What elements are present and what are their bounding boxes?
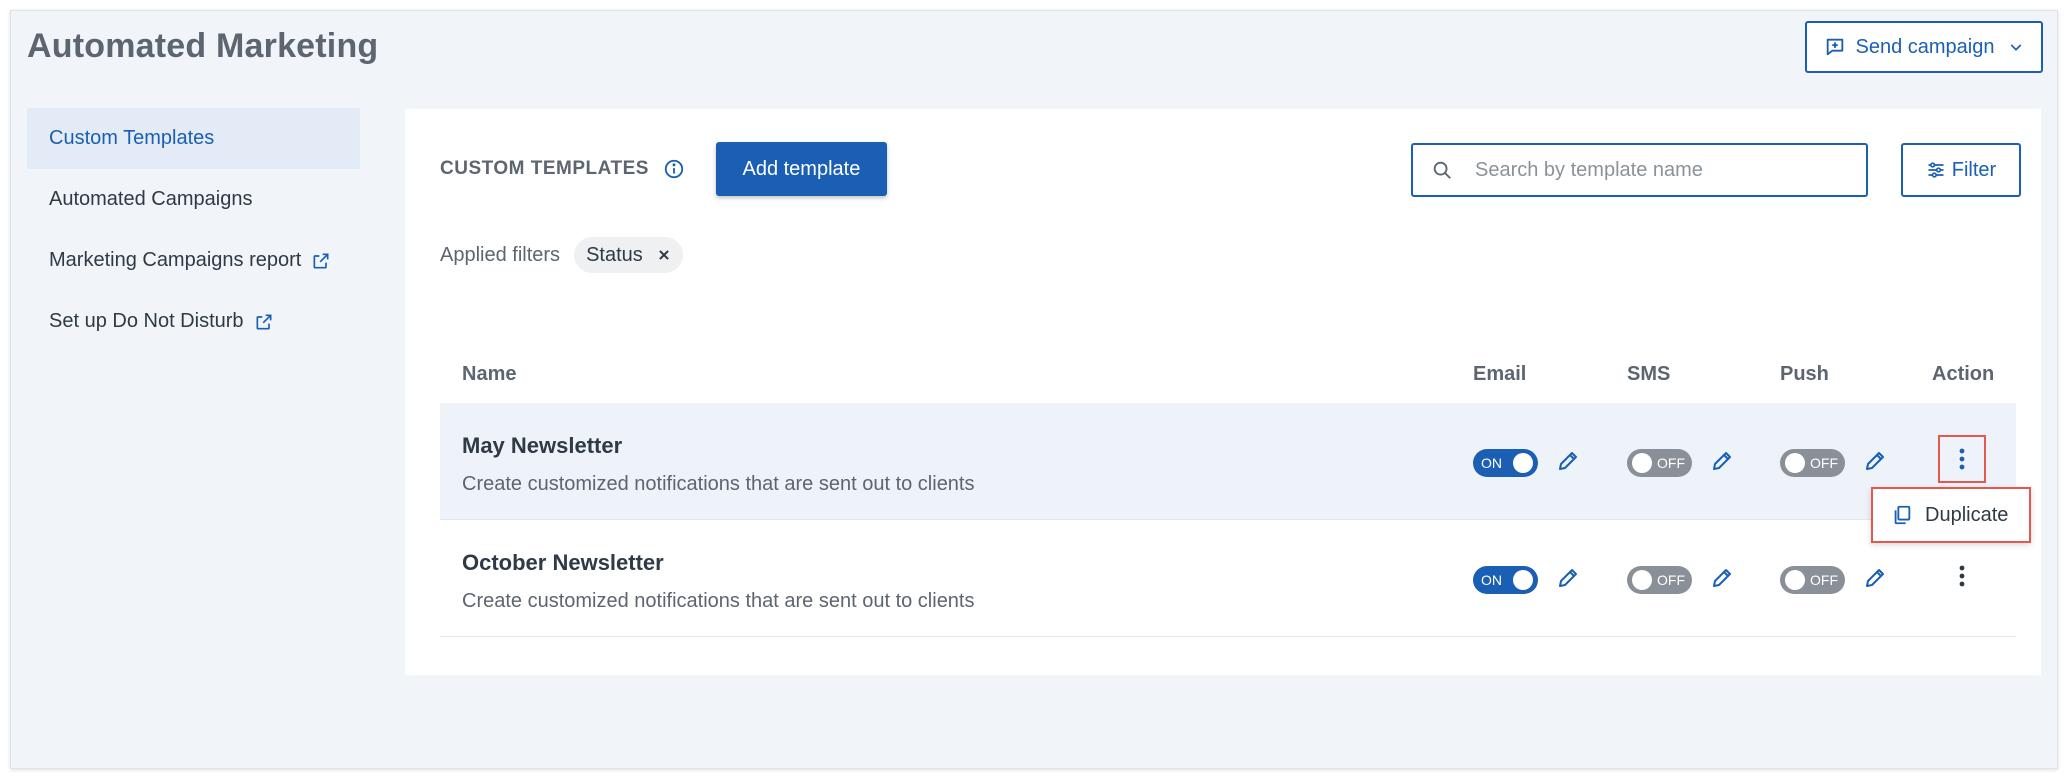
table-row: October Newsletter Create customized not… [440,520,2016,637]
column-header-action: Action [1932,363,1995,385]
table-header: Name Email SMS Push Action [440,353,2016,403]
toggle-label: OFF [1810,572,1838,588]
section-title: CUSTOM TEMPLATES [440,158,649,179]
table-row: May Newsletter Create customized notific… [440,403,2031,543]
sidebar-item-label: Marketing Campaigns report [49,249,302,271]
pencil-icon[interactable] [1863,449,1887,473]
sidebar-item-marketing-campaigns-report[interactable]: Marketing Campaigns report [27,230,360,291]
chat-plus-icon [1824,36,1846,58]
template-description: Create customized notifications that are… [462,590,975,612]
kebab-icon[interactable] [1938,435,1986,483]
sidebar-item-custom-templates[interactable]: Custom Templates [27,108,360,169]
push-toggle[interactable]: OFF [1780,449,1845,477]
duplicate-menu-item[interactable]: Duplicate [1871,487,2031,543]
toggle-label: OFF [1810,455,1838,471]
page-title: Automated Marketing [27,27,379,65]
applied-filters-label: Applied filters [440,243,561,266]
column-header-name: Name [462,363,517,385]
search-input[interactable] [1473,157,1857,183]
toggle-label: OFF [1657,455,1685,471]
sidebar-item-label: Custom Templates [49,127,215,149]
copy-icon [1891,504,1913,526]
search-box [1411,143,1868,197]
pencil-icon[interactable] [1710,566,1734,590]
add-template-button[interactable]: Add template [715,142,887,196]
app-window: Automated Marketing Send campaign Custom… [10,10,2058,769]
email-toggle[interactable]: ON [1473,449,1538,477]
sidebar: Custom Templates Automated Campaigns Mar… [27,108,360,352]
email-toggle[interactable]: ON [1473,566,1538,594]
push-toggle[interactable]: OFF [1780,566,1845,594]
toggle-label: ON [1481,572,1502,588]
toggle-label: ON [1481,455,1502,471]
external-link-icon [311,251,331,271]
panel-header: CUSTOM TEMPLATES Add template [440,142,887,196]
custom-templates-panel: CUSTOM TEMPLATES Add template Search by … [405,109,2041,675]
sms-toggle[interactable]: OFF [1627,449,1692,477]
column-header-push: Push [1780,363,1829,385]
sidebar-item-label: Automated Campaigns [49,188,253,210]
filter-button[interactable]: Filter [1901,143,2021,197]
sliders-icon [1926,160,1946,180]
sidebar-item-do-not-disturb[interactable]: Set up Do Not Disturb [27,291,360,352]
pencil-icon[interactable] [1710,449,1734,473]
pencil-icon[interactable] [1556,449,1580,473]
send-campaign-label: Send campaign [1855,35,1995,58]
toggle-knob [1632,453,1652,473]
toggle-knob [1785,453,1805,473]
filter-chip-status: Status [574,237,683,273]
chevron-down-icon [2008,39,2024,55]
applied-filters: Applied filters Status [440,237,683,273]
toggle-knob [1632,570,1652,590]
kebab-icon[interactable] [1938,552,1986,600]
toggle-knob [1785,570,1805,590]
toggle-knob [1513,453,1533,473]
sidebar-item-automated-campaigns[interactable]: Automated Campaigns [27,169,360,230]
search-icon [1431,159,1453,181]
close-icon[interactable] [657,248,671,262]
external-link-icon [254,312,274,332]
column-header-sms: SMS [1627,363,1671,385]
duplicate-label: Duplicate [1925,503,2009,526]
sms-toggle[interactable]: OFF [1627,566,1692,594]
templates-table: Name Email SMS Push Action May Newslette… [440,353,2031,637]
template-name: May Newsletter [462,433,623,458]
pencil-icon[interactable] [1863,566,1887,590]
column-header-email: Email [1473,363,1527,385]
pencil-icon[interactable] [1556,566,1580,590]
template-name: October Newsletter [462,550,664,575]
filter-chip-label: Status [586,243,643,266]
toggle-knob [1513,570,1533,590]
info-icon[interactable] [663,158,685,180]
template-description: Create customized notifications that are… [462,473,975,495]
toggle-label: OFF [1657,572,1685,588]
filter-label: Filter [1951,158,1997,181]
sidebar-item-label: Set up Do Not Disturb [49,310,244,332]
send-campaign-button[interactable]: Send campaign [1805,21,2043,73]
